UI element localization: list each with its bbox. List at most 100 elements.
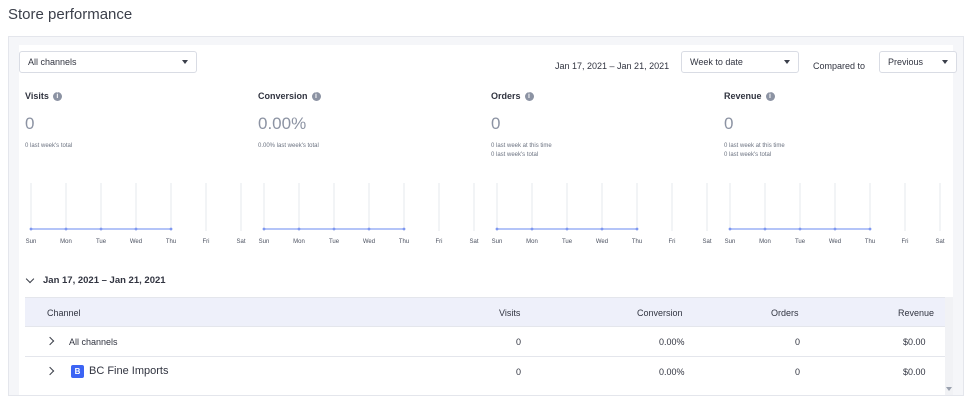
x-tick-label: Sat bbox=[236, 239, 245, 245]
compared-to-label: Compared to bbox=[813, 61, 866, 71]
data-point[interactable] bbox=[600, 227, 604, 231]
conversion-value: 0.00% bbox=[659, 337, 685, 347]
scroll-down-icon[interactable] bbox=[946, 387, 952, 391]
revenue-value: $0.00 bbox=[903, 367, 926, 377]
date-range-toggle[interactable]: Jan 17, 2021 – Jan 21, 2021 bbox=[25, 274, 166, 286]
metric-label: Orders i bbox=[491, 91, 534, 101]
x-tick-label: Fri bbox=[902, 239, 909, 245]
metric-label: Conversion i bbox=[258, 91, 321, 101]
metrics-panel: Visits i 0 0 last week's total Sun Mon Tue… bbox=[19, 81, 953, 271]
column-header-conversion[interactable]: Conversion bbox=[637, 308, 683, 318]
metric-label-text: Orders bbox=[491, 91, 521, 101]
data-point[interactable] bbox=[169, 227, 173, 231]
data-point[interactable] bbox=[565, 227, 569, 231]
metric-revenue: Revenue i 0 0 last week at this time 0 l… bbox=[718, 81, 950, 271]
page-title: Store performance bbox=[8, 6, 133, 23]
chevron-down-icon bbox=[942, 60, 948, 64]
period-select[interactable]: Week to date bbox=[681, 51, 799, 73]
x-tick-label: Wed bbox=[596, 239, 608, 245]
x-tick-label: Sat bbox=[469, 239, 478, 245]
channel-name: All channels bbox=[69, 337, 118, 347]
table-row[interactable]: All channels 0 0.00% 0 $0.00 bbox=[25, 327, 945, 357]
data-point[interactable] bbox=[134, 227, 138, 231]
orders-value: 0 bbox=[795, 367, 801, 377]
data-point[interactable] bbox=[99, 227, 103, 231]
metric-subtext: 0 last week's total bbox=[724, 152, 772, 158]
channel-select-value: All channels bbox=[28, 57, 77, 67]
toolbar: All channels Jan 17, 2021 – Jan 21, 2021… bbox=[19, 45, 957, 81]
visits-chart: Sun Mon Tue Wed Thu Fri Sat bbox=[26, 183, 246, 245]
metric-label-text: Conversion bbox=[258, 91, 308, 101]
data-point[interactable] bbox=[367, 227, 371, 231]
channel-name: BC Fine Imports bbox=[89, 365, 169, 377]
metric-value: 0 bbox=[724, 114, 734, 133]
x-tick-label: Sat bbox=[702, 239, 711, 245]
data-point[interactable] bbox=[798, 227, 802, 231]
column-header-orders[interactable]: Orders bbox=[771, 308, 799, 318]
data-point[interactable] bbox=[868, 227, 872, 231]
chevron-right-icon[interactable] bbox=[45, 366, 55, 376]
metric-subtext: 0 last week's total bbox=[491, 152, 539, 158]
revenue-value: $0.00 bbox=[903, 337, 926, 347]
data-point[interactable] bbox=[635, 227, 639, 231]
revenue-chart: Sun Mon Tue Wed Thu Fri Sat bbox=[725, 183, 945, 245]
period-select-value: Week to date bbox=[690, 57, 743, 67]
chevron-down-icon bbox=[25, 274, 35, 284]
info-icon[interactable]: i bbox=[765, 91, 775, 101]
column-header-channel[interactable]: Channel bbox=[47, 308, 81, 318]
x-tick-label: Thu bbox=[632, 239, 642, 245]
info-icon[interactable]: i bbox=[311, 91, 321, 101]
table-row[interactable]: B BC Fine Imports 0 0.00% 0 $0.00 bbox=[25, 357, 945, 387]
chevron-down-icon bbox=[784, 60, 790, 64]
data-point[interactable] bbox=[728, 227, 732, 231]
x-tick-label: Mon bbox=[526, 239, 538, 245]
metric-visits: Visits i 0 0 last week's total Sun Mon Tue… bbox=[19, 81, 251, 271]
x-tick-label: Wed bbox=[363, 239, 375, 245]
column-header-revenue[interactable]: Revenue bbox=[898, 308, 934, 318]
data-point[interactable] bbox=[833, 227, 837, 231]
compared-select[interactable]: Previous bbox=[879, 51, 957, 73]
x-tick-label: Fri bbox=[203, 239, 210, 245]
data-point[interactable] bbox=[297, 227, 301, 231]
metric-value: 0.00% bbox=[258, 114, 307, 133]
x-tick-label: Wed bbox=[130, 239, 142, 245]
conversion-chart: Sun Mon Tue Wed Thu Fri Sat bbox=[259, 183, 479, 245]
orders-chart: Sun Mon Tue Wed Thu Fri Sat bbox=[492, 183, 712, 245]
channel-table-panel: Jan 17, 2021 – Jan 21, 2021 Channel Visi… bbox=[19, 271, 953, 395]
metric-subtext: 0 last week at this time bbox=[491, 143, 552, 149]
channel-select[interactable]: All channels bbox=[19, 51, 197, 73]
x-tick-label: Sat bbox=[935, 239, 944, 245]
x-tick-label: Thu bbox=[865, 239, 875, 245]
data-point[interactable] bbox=[29, 227, 33, 231]
orders-value: 0 bbox=[795, 337, 801, 347]
date-range-heading: Jan 17, 2021 – Jan 21, 2021 bbox=[43, 275, 166, 286]
info-icon[interactable]: i bbox=[524, 91, 534, 101]
chevron-right-icon[interactable] bbox=[45, 336, 55, 346]
data-point[interactable] bbox=[402, 227, 406, 231]
x-tick-label: Sun bbox=[26, 239, 37, 245]
date-range-label: Jan 17, 2021 – Jan 21, 2021 bbox=[555, 61, 670, 71]
x-tick-label: Mon bbox=[293, 239, 305, 245]
x-tick-label: Fri bbox=[436, 239, 443, 245]
data-point[interactable] bbox=[262, 227, 266, 231]
compared-select-value: Previous bbox=[888, 57, 924, 67]
metric-subtext: 0.00% last week's total bbox=[258, 143, 319, 149]
data-point[interactable] bbox=[64, 227, 68, 231]
data-point[interactable] bbox=[530, 227, 534, 231]
data-point[interactable] bbox=[495, 227, 499, 231]
column-header-visits[interactable]: Visits bbox=[499, 308, 520, 318]
data-point[interactable] bbox=[763, 227, 767, 231]
x-tick-label: Mon bbox=[759, 239, 771, 245]
x-tick-label: Tue bbox=[96, 239, 107, 245]
data-point[interactable] bbox=[332, 227, 336, 231]
visits-value: 0 bbox=[516, 367, 522, 377]
x-tick-label: Thu bbox=[399, 239, 409, 245]
metric-label: Revenue i bbox=[724, 91, 775, 101]
scrollbar[interactable] bbox=[945, 297, 953, 395]
metric-subtext: 0 last week at this time bbox=[724, 143, 785, 149]
metric-conversion: Conversion i 0.00% 0.00% last week's tot… bbox=[252, 81, 484, 271]
info-icon[interactable]: i bbox=[52, 91, 62, 101]
metric-value: 0 bbox=[491, 114, 501, 133]
chevron-down-icon bbox=[182, 60, 188, 64]
x-tick-label: Tue bbox=[795, 239, 806, 245]
